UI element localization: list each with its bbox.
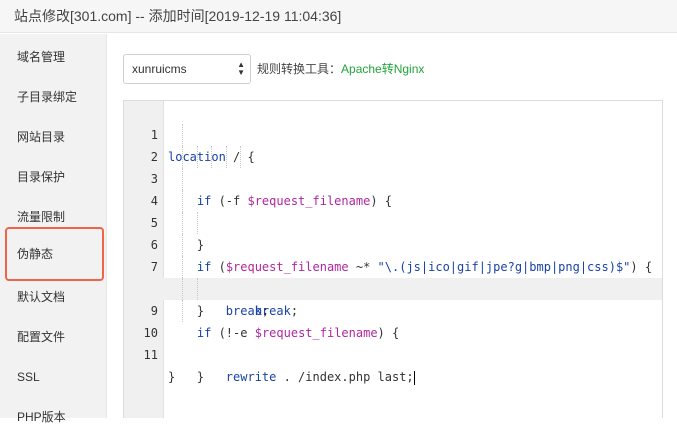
indent-guide — [197, 278, 198, 300]
indent-guide — [182, 168, 183, 190]
rewrite-template-value: xunruicms — [132, 62, 187, 76]
line-text: } — [168, 370, 176, 384]
indent-guide — [182, 300, 183, 322]
sidebar-item-rewrite[interactable]: 伪静态 — [5, 227, 104, 281]
indent-guide — [182, 256, 183, 278]
line-text: rewrite . /index.php last; — [225, 370, 415, 385]
indent-guide — [182, 146, 183, 168]
sidebar-item-domain[interactable]: 域名管理 — [0, 37, 107, 77]
text-cursor — [413, 370, 415, 385]
select-arrows-icon: ▲ ▼ — [237, 60, 245, 77]
sidebar-item-site-directory[interactable]: 网站目录 — [0, 117, 107, 157]
code-line: 11 } — [124, 322, 662, 384]
sidebar-item-default-doc[interactable]: 默认文档 — [0, 277, 107, 317]
code-line: 3 break; — [124, 146, 662, 318]
rule-convert-tool: 规则转换工具：Apache转Nginx — [257, 60, 424, 78]
indent-guide — [182, 124, 183, 146]
indent-guide — [240, 146, 241, 168]
sidebar-item-php-version[interactable]: PHP版本 — [0, 397, 107, 437]
code-line: 8 if (!-e $request_filename) { — [124, 256, 662, 340]
indent-guide — [211, 146, 212, 168]
rule-convert-label: 规则转换工具： — [257, 62, 342, 76]
indent-guide — [182, 190, 183, 212]
rewrite-code-editor[interactable]: 1 location / { 2 if (-f $request_filenam… — [123, 100, 663, 418]
code-line: 6 break; — [124, 212, 662, 318]
indent-guide — [226, 146, 227, 168]
indent-guide — [197, 146, 198, 168]
indent-guide — [182, 278, 183, 300]
sidebar-item-dir-protection[interactable]: 目录保护 — [0, 157, 107, 197]
code-line: 2 if (-f $request_filename) { — [124, 124, 662, 208]
rewrite-template-select[interactable]: xunruicms ▲ ▼ — [123, 54, 251, 84]
sidebar-item-subdir-binding[interactable]: 子目录绑定 — [0, 77, 107, 117]
sidebar: 域名管理 子目录绑定 网站目录 目录保护 流量限制 伪静态 默认文档 配置文件 … — [0, 34, 107, 424]
code-line: 4 } — [124, 168, 662, 252]
indent-guide — [182, 212, 183, 234]
line-number: 11 — [143, 348, 158, 362]
apache-to-nginx-link[interactable]: Apache转Nginx — [341, 62, 424, 76]
window-title: 站点修改[301.com] -- 添加时间[2019-12-19 11:04:3… — [0, 0, 677, 33]
code-line-current: 9 rewrite . /index.php last; — [124, 278, 662, 385]
code-line: 5 if ($request_filename ~* "\.(js|ico|gi… — [124, 190, 662, 274]
code-line: 7 } — [124, 234, 662, 318]
code-line: 10 } — [124, 300, 662, 384]
sidebar-item-config-file[interactable]: 配置文件 — [0, 317, 107, 357]
indent-guide — [197, 212, 198, 234]
sidebar-item-ssl[interactable]: SSL — [0, 357, 107, 397]
code-line: 1 location / { — [124, 102, 662, 164]
indent-guide — [182, 234, 183, 256]
